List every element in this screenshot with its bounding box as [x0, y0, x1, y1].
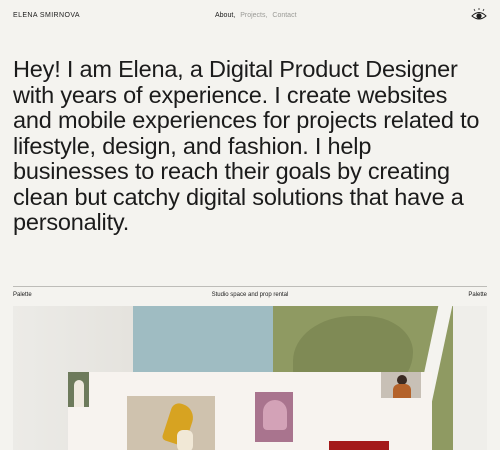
preview-thumb-person [68, 372, 89, 407]
project-preview-image[interactable] [13, 306, 487, 450]
preview-card [68, 372, 432, 450]
nav-item-about[interactable]: About, [215, 12, 235, 19]
divider [13, 286, 487, 287]
hero-intro: Hey! I am Elena, a Digital Product Desig… [13, 56, 480, 235]
preview-thumb-portrait [381, 372, 421, 398]
eye-icon[interactable] [471, 8, 487, 22]
preview-thumb-pink [255, 392, 293, 442]
nav-item-projects[interactable]: Projects, [240, 12, 267, 19]
preview-red-block [329, 441, 389, 450]
preview-thumb-chair [127, 396, 215, 450]
preview-right-wall [453, 306, 487, 450]
nav-item-contact[interactable]: Contact [272, 12, 296, 19]
project-subtitle: Studio space and prop rental [211, 292, 289, 298]
brand-logo[interactable]: ELENA SMIRNOVA [13, 12, 80, 19]
project-name-right[interactable]: Palette [468, 292, 487, 298]
main-nav: About, Projects, Contact [215, 12, 300, 19]
